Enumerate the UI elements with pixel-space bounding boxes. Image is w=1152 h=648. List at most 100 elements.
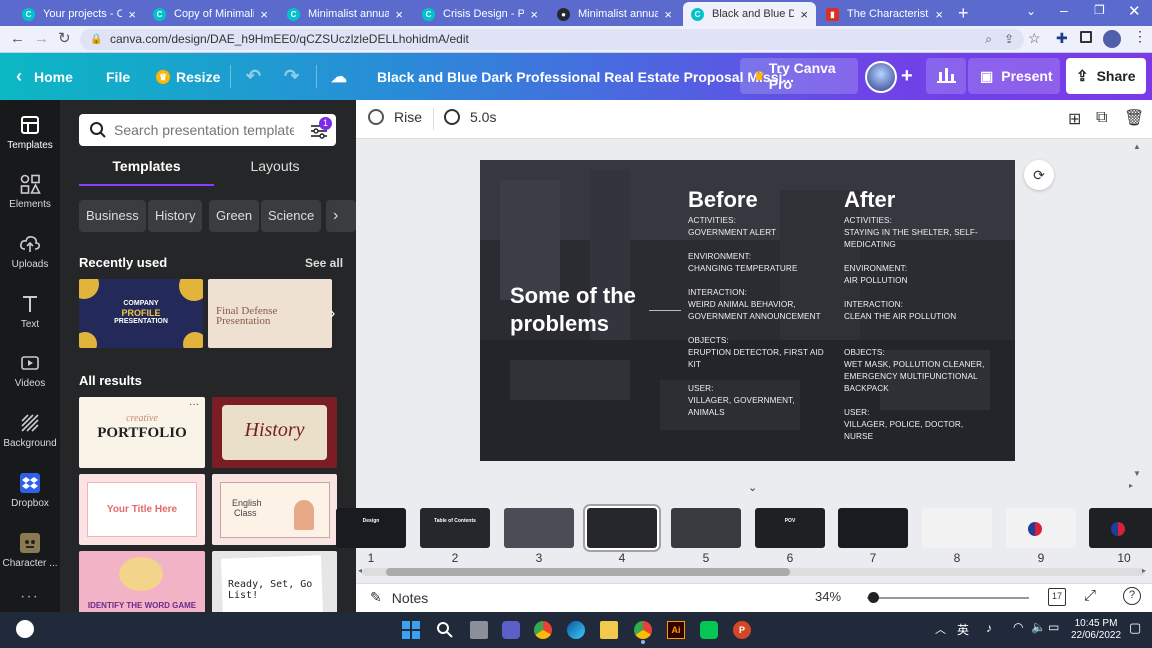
zoom-slider[interactable] bbox=[867, 597, 1029, 599]
chrome-icon[interactable] bbox=[534, 621, 552, 639]
extensions-icon[interactable]: ✚ bbox=[1056, 30, 1068, 47]
comment-icon[interactable]: ⟳ bbox=[1024, 160, 1054, 190]
powerpoint-icon[interactable]: P bbox=[733, 621, 751, 639]
rail-templates[interactable]: Templates bbox=[0, 104, 60, 162]
illustrator-icon[interactable]: Ai bbox=[667, 621, 685, 639]
close-icon[interactable]: × bbox=[395, 7, 403, 22]
close-icon[interactable]: × bbox=[530, 7, 538, 22]
chip-science[interactable]: Science bbox=[261, 200, 322, 232]
present-button[interactable]: ▣ Present bbox=[968, 58, 1060, 94]
delete-icon[interactable]: 🗑 bbox=[1124, 108, 1144, 128]
notification-icon[interactable]: ▢ bbox=[1129, 620, 1141, 636]
input-language[interactable]: 英 bbox=[957, 621, 969, 638]
browser-tab[interactable]: ● Minimalist annual rep × bbox=[549, 2, 680, 26]
add-page-icon[interactable]: ⊞ bbox=[1068, 109, 1081, 129]
fullscreen-icon[interactable]: ⤢ bbox=[1084, 587, 1096, 604]
template-thumbnail[interactable]: IDENTIFY THE WORD GAME bbox=[79, 551, 205, 612]
scroll-left-icon[interactable]: ◂ bbox=[358, 566, 362, 575]
tab-templates[interactable]: Templates bbox=[79, 158, 214, 174]
help-icon[interactable]: ? bbox=[1123, 587, 1141, 605]
file-explorer-icon[interactable] bbox=[600, 621, 618, 639]
wifi-icon[interactable]: ◠ bbox=[1013, 620, 1023, 634]
add-collaborator-icon[interactable]: + bbox=[901, 53, 913, 100]
line-icon[interactable] bbox=[700, 621, 718, 639]
scroll-up-icon[interactable]: ▲ bbox=[1133, 142, 1141, 151]
close-icon[interactable]: × bbox=[935, 7, 943, 22]
page-thumbnail[interactable] bbox=[922, 508, 992, 548]
user-avatar[interactable] bbox=[865, 61, 897, 93]
back-icon[interactable]: ← bbox=[10, 30, 25, 47]
close-icon[interactable]: × bbox=[800, 7, 808, 22]
page-thumbnail[interactable]: Table of Contents bbox=[420, 508, 490, 548]
duplicate-page-icon[interactable]: ⧉ bbox=[1096, 109, 1107, 127]
page-thumbnail[interactable] bbox=[1089, 508, 1152, 548]
browser-tab[interactable]: C Copy of Minimalist an × bbox=[145, 2, 276, 26]
clock[interactable]: 10:45 PM 22/06/2022 bbox=[1068, 618, 1124, 642]
template-thumbnail[interactable]: Final Defense Presentation bbox=[208, 279, 332, 348]
more-icon[interactable]: ⋮ bbox=[1133, 28, 1147, 45]
browser-tab[interactable]: C Crisis Design - Presen × bbox=[414, 2, 546, 26]
new-tab-icon[interactable]: + bbox=[958, 3, 969, 24]
chip-history[interactable]: History bbox=[148, 200, 203, 232]
rail-text[interactable]: Text bbox=[0, 283, 60, 341]
rail-uploads[interactable]: Uploads bbox=[0, 223, 60, 281]
rail-character[interactable]: Character ... bbox=[0, 522, 60, 580]
try-pro-button[interactable]: ♛ Try Canva Pro bbox=[740, 58, 858, 94]
chrome-active-icon[interactable] bbox=[634, 621, 652, 639]
redo-icon[interactable]: ↷ bbox=[284, 53, 299, 100]
close-icon[interactable]: × bbox=[260, 7, 268, 22]
chevron-down-icon[interactable]: ⌄ bbox=[1026, 4, 1036, 18]
rail-elements[interactable]: Elements bbox=[0, 163, 60, 221]
more-icon[interactable]: ··· bbox=[189, 399, 199, 410]
slide[interactable]: Some of the problems Before ACTIVITIES: G… bbox=[480, 160, 1015, 461]
page-thumbnail[interactable] bbox=[504, 508, 574, 548]
more-apps-icon[interactable]: ··· bbox=[20, 588, 39, 606]
design-title[interactable]: Black and Blue Dark Professional Real Es… bbox=[377, 53, 794, 100]
browser-tab[interactable]: ▮ The Characteristics of × bbox=[818, 2, 951, 26]
search-box[interactable]: 1 bbox=[79, 114, 336, 146]
chevron-up-icon[interactable]: ︿ bbox=[935, 621, 946, 637]
timing-button[interactable]: 5.0s bbox=[444, 109, 496, 125]
search-icon[interactable] bbox=[436, 621, 454, 639]
close-window-icon[interactable]: ✕ bbox=[1128, 2, 1141, 20]
windows-start-icon[interactable] bbox=[402, 621, 420, 639]
chevron-down-icon[interactable]: ⌄ bbox=[748, 483, 758, 494]
page-thumbnail[interactable] bbox=[838, 508, 908, 548]
insights-button[interactable] bbox=[926, 58, 966, 94]
teams-icon[interactable] bbox=[502, 621, 520, 639]
edge-icon[interactable] bbox=[567, 621, 585, 639]
notes-button[interactable]: ✎ Notes bbox=[370, 589, 428, 606]
sidebar-icon[interactable] bbox=[1080, 31, 1092, 43]
star-icon[interactable]: ☆ bbox=[1028, 30, 1041, 47]
ime-icon[interactable]: ♪ bbox=[986, 621, 992, 635]
share-button[interactable]: ⇪ Share bbox=[1066, 58, 1146, 94]
chip-business[interactable]: Business bbox=[79, 200, 146, 232]
zoom-icon[interactable]: ⌕ bbox=[985, 29, 992, 50]
close-icon[interactable]: × bbox=[128, 7, 136, 22]
scrollbar-thumb[interactable] bbox=[386, 568, 790, 576]
reload-icon[interactable]: ↻ bbox=[58, 29, 71, 47]
tab-layouts[interactable]: Layouts bbox=[220, 158, 330, 174]
profile-avatar[interactable] bbox=[1103, 30, 1121, 48]
template-thumbnail[interactable]: COMPANY PROFILE PRESENTATION bbox=[79, 279, 203, 348]
restore-icon[interactable]: ❐ bbox=[1094, 3, 1105, 17]
rail-background[interactable]: Background bbox=[0, 402, 60, 460]
close-icon[interactable]: × bbox=[664, 7, 672, 22]
file-menu-button[interactable]: File bbox=[106, 53, 130, 100]
battery-icon[interactable]: ▭ bbox=[1048, 620, 1059, 634]
template-thumbnail[interactable]: Ready, Set, Go List! bbox=[212, 551, 337, 612]
forward-icon[interactable]: → bbox=[34, 30, 49, 47]
scroll-right-icon[interactable]: ▸ bbox=[1142, 566, 1146, 575]
url-field[interactable]: 🔒 canva.com/design/DAE_h9HmEE0/qCZSUczlz… bbox=[80, 29, 1024, 50]
page-thumbnail[interactable] bbox=[1006, 508, 1076, 548]
chevron-right-icon[interactable]: › bbox=[326, 200, 356, 232]
horizontal-scrollbar[interactable] bbox=[362, 568, 1145, 576]
zoom-percentage[interactable]: 34% bbox=[815, 589, 841, 604]
see-all-link[interactable]: See all bbox=[305, 256, 343, 270]
rail-dropbox[interactable]: Dropbox bbox=[0, 462, 60, 520]
scroll-right-icon[interactable]: ▸ bbox=[1129, 481, 1133, 490]
minimize-icon[interactable]: – bbox=[1060, 2, 1068, 18]
cloud-saved-icon[interactable]: ☁ bbox=[331, 53, 347, 100]
browser-tab[interactable]: C Your projects - Canva × bbox=[14, 2, 144, 26]
weather-icon[interactable] bbox=[16, 620, 34, 638]
